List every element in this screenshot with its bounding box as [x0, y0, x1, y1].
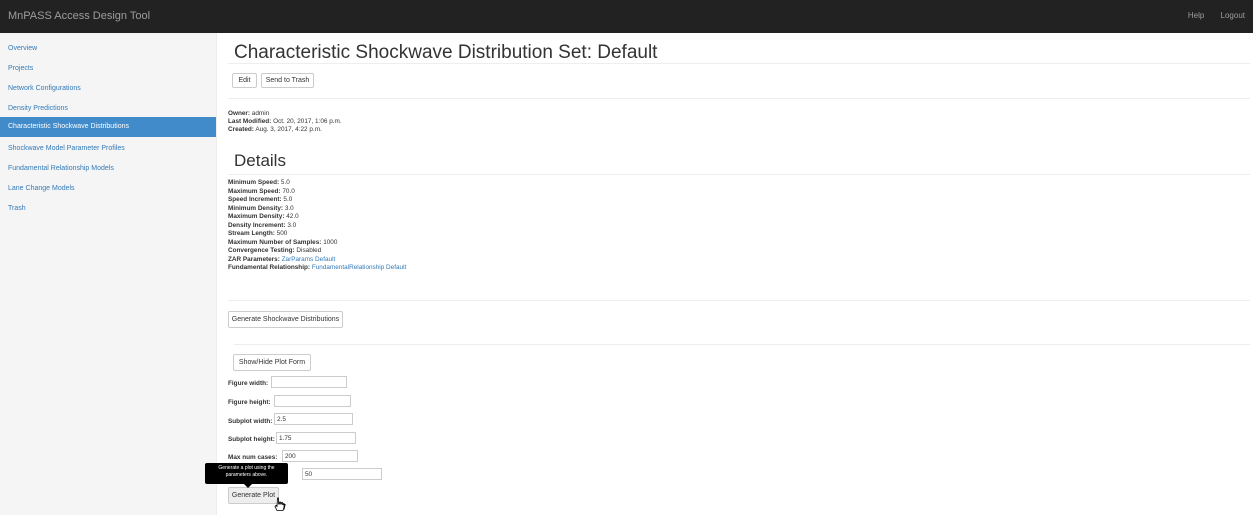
sidebar-item-label: Network Configurations	[8, 85, 81, 92]
subplot-height-label: Subplot height:	[228, 436, 275, 443]
detail-row: Stream Length: 500	[228, 230, 287, 239]
last-modified-row: Last Modified: Oct. 20, 2017, 1:06 p.m.	[228, 118, 342, 126]
divider	[234, 344, 1250, 345]
main-content: Characteristic Shockwave Distribution Se…	[216, 33, 1253, 515]
sidebar-item-characteristic-shockwave-distributions[interactable]: Characteristic Shockwave Distributions	[0, 117, 216, 137]
fundamental-relationship-row: Fundamental Relationship: FundamentalRel…	[228, 264, 406, 273]
detail-label: Minimum Density:	[228, 204, 284, 212]
detail-value: 3.0	[284, 204, 294, 212]
page-title: Characteristic Shockwave Distribution Se…	[234, 42, 658, 63]
owner-label: Owner:	[228, 110, 251, 117]
tooltip-arrow	[244, 484, 252, 488]
sidebar-item-label: Fundamental Relationship Models	[8, 165, 114, 172]
help-link[interactable]: Help	[1188, 11, 1204, 20]
last-modified-label: Last Modified:	[228, 118, 272, 125]
detail-value: 5.0	[283, 196, 293, 203]
divider	[228, 300, 1250, 301]
created-row: Created: Aug. 3, 2017, 4:22 p.m.	[228, 126, 322, 134]
sidebar-item-label: Characteristic Shockwave Distributions	[8, 123, 129, 130]
figure-width-label: Figure width:	[228, 380, 269, 387]
owner-row: Owner: admin	[228, 110, 269, 118]
hand-cursor-icon	[274, 497, 286, 511]
app-title[interactable]: MnPASS Access Design Tool	[8, 10, 150, 22]
sidebar-item-network-configurations[interactable]: Network Configurations	[0, 79, 216, 99]
sidebar: Overview Projects Network Configurations…	[0, 33, 217, 515]
zar-parameters-link[interactable]: ZarParams Default	[282, 256, 336, 263]
show-hide-plot-form-button[interactable]: Show/Hide Plot Form	[233, 354, 311, 371]
generate-plot-tooltip: Generate a plot using the parameters abo…	[205, 463, 288, 484]
detail-label: Convergence Testing:	[228, 247, 295, 254]
sidebar-item-shockwave-model-parameter-profiles[interactable]: Shockwave Model Parameter Profiles	[0, 139, 216, 159]
top-navbar: MnPASS Access Design Tool Help Logout	[0, 0, 1253, 33]
detail-label: Speed Increment:	[228, 196, 282, 203]
detail-value: Disabled	[296, 247, 322, 254]
subplot-height-input[interactable]	[276, 432, 356, 444]
edit-button[interactable]: Edit	[232, 73, 257, 88]
subplot-width-label: Subplot width:	[228, 418, 273, 425]
detail-label: Fundamental Relationship:	[228, 264, 311, 271]
created-value: Aug. 3, 2017, 4:22 p.m.	[255, 126, 322, 133]
max-num-cases-label: Max num cases:	[228, 454, 278, 461]
detail-row: Density Increment: 3.0	[228, 222, 296, 231]
logout-link[interactable]: Logout	[1221, 11, 1245, 20]
detail-label: Minimum Speed:	[228, 179, 280, 186]
detail-row: Maximum Speed: 70.0	[228, 188, 295, 197]
send-to-trash-button[interactable]: Send to Trash	[261, 73, 314, 88]
detail-value: 70.0	[282, 187, 295, 195]
figure-height-label: Figure height:	[228, 399, 271, 406]
detail-label: Maximum Density:	[228, 213, 285, 220]
sidebar-item-projects[interactable]: Projects	[0, 59, 216, 79]
max-num-cases-input[interactable]	[282, 450, 358, 462]
sidebar-item-fundamental-relationship-models[interactable]: Fundamental Relationship Models	[0, 159, 216, 179]
tooltip-line: Generate a plot using the	[218, 465, 275, 471]
sidebar-item-label: Lane Change Models	[8, 185, 75, 192]
owner-value: admin	[251, 110, 270, 117]
detail-row: Minimum Density: 3.0	[228, 205, 294, 214]
sidebar-item-density-predictions[interactable]: Density Predictions	[0, 99, 216, 119]
created-label: Created:	[228, 126, 254, 133]
sidebar-item-label: Trash	[8, 205, 26, 212]
tooltip-line: parameters above.	[225, 472, 268, 478]
detail-value: 42.0	[286, 213, 299, 220]
fundamental-relationship-link[interactable]: FundamentalRelationship Default	[312, 264, 407, 271]
detail-row: Speed Increment: 5.0	[228, 196, 292, 205]
divider	[228, 63, 1250, 64]
divider	[228, 174, 1250, 175]
detail-row: Convergence Testing: Disabled	[228, 247, 321, 256]
detail-value: 1000	[323, 238, 338, 246]
hidden-field-input[interactable]	[302, 468, 382, 480]
zar-parameters-row: ZAR Parameters: ZarParams Default	[228, 256, 335, 265]
details-heading: Details	[234, 151, 286, 170]
sidebar-item-lane-change-models[interactable]: Lane Change Models	[0, 179, 216, 199]
sidebar-item-overview[interactable]: Overview	[0, 39, 216, 59]
last-modified-value: Oct. 20, 2017, 1:06 p.m.	[273, 118, 342, 125]
sidebar-item-label: Density Predictions	[8, 105, 68, 112]
detail-row: Maximum Number of Samples: 1000	[228, 239, 337, 248]
detail-row: Minimum Speed: 5.0	[228, 179, 290, 188]
detail-row: Maximum Density: 42.0	[228, 213, 299, 222]
detail-label: Maximum Speed:	[228, 187, 281, 195]
detail-label: ZAR Parameters:	[228, 255, 280, 263]
sidebar-item-label: Overview	[8, 45, 38, 52]
sidebar-item-trash[interactable]: Trash	[0, 199, 216, 219]
figure-height-input[interactable]	[274, 395, 351, 407]
detail-label: Density Increment:	[228, 221, 286, 229]
sidebar-item-label: Shockwave Model Parameter Profiles	[8, 145, 125, 152]
generate-plot-button[interactable]: Generate Plot	[228, 487, 279, 504]
detail-label: Stream Length:	[228, 230, 275, 237]
subplot-width-input[interactable]	[274, 413, 353, 425]
divider	[228, 98, 1250, 99]
detail-label: Maximum Number of Samples:	[228, 238, 322, 246]
detail-value: 5.0	[280, 179, 290, 186]
nav-links: Help Logout	[1174, 11, 1245, 20]
sidebar-item-label: Projects	[8, 65, 34, 72]
figure-width-input[interactable]	[271, 376, 347, 388]
generate-shockwave-distributions-button[interactable]: Generate Shockwave Distributions	[228, 311, 343, 328]
detail-value: 500	[276, 230, 288, 237]
detail-value: 3.0	[287, 221, 297, 229]
